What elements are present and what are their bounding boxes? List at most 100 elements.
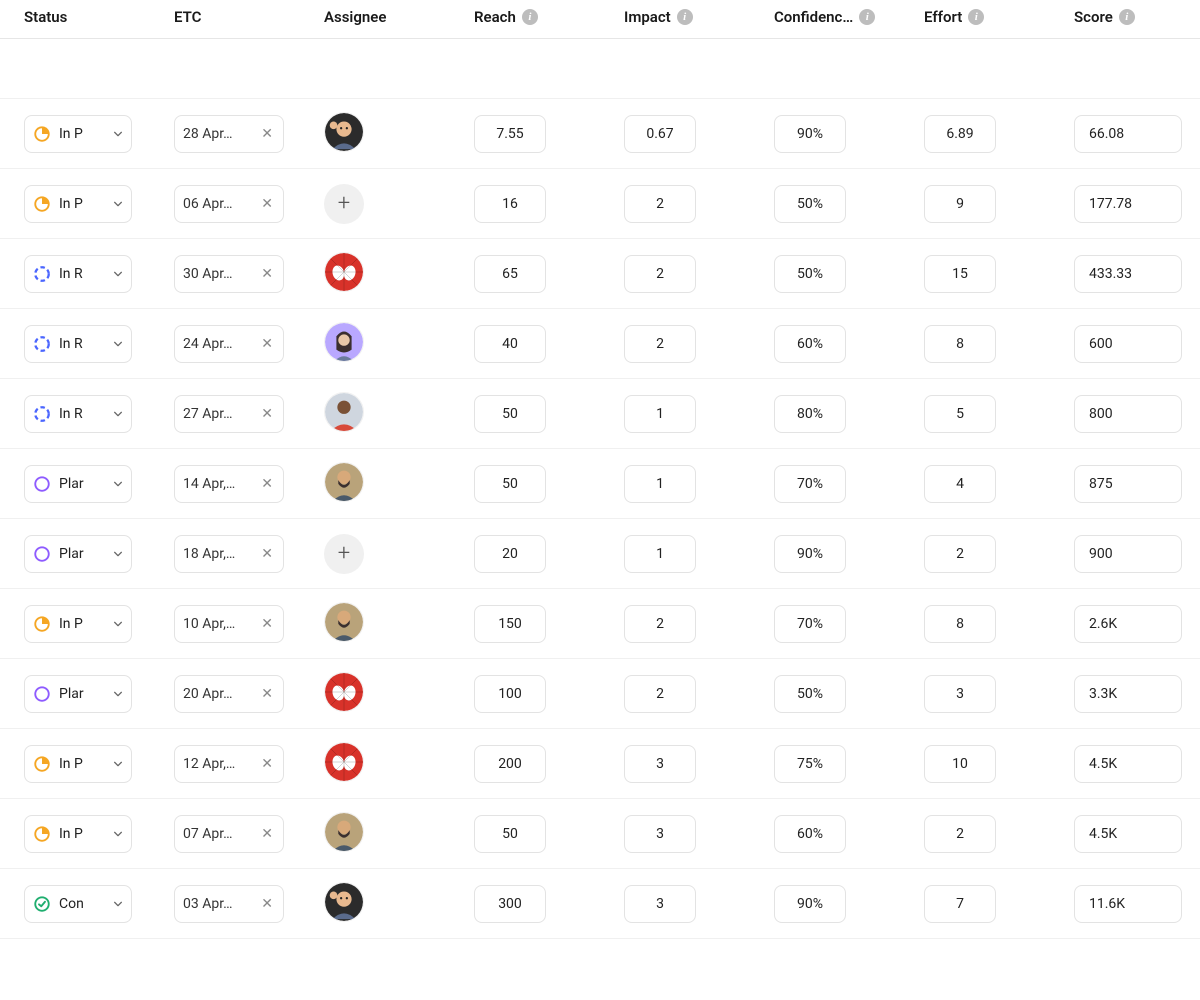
impact-value[interactable]: 1 xyxy=(624,465,696,503)
clear-date-icon[interactable]: ✕ xyxy=(259,407,275,421)
impact-value[interactable]: 3 xyxy=(624,885,696,923)
col-etc[interactable]: ETC xyxy=(150,8,300,26)
etc-date-picker[interactable]: 30 Apr… ✕ xyxy=(174,255,284,293)
clear-date-icon[interactable]: ✕ xyxy=(259,617,275,631)
effort-value[interactable]: 2 xyxy=(924,535,996,573)
assignee-avatar[interactable] xyxy=(324,252,364,292)
assignee-avatar[interactable] xyxy=(324,812,364,852)
clear-date-icon[interactable]: ✕ xyxy=(259,197,275,211)
effort-value[interactable]: 15 xyxy=(924,255,996,293)
assignee-avatar[interactable] xyxy=(324,112,364,152)
assignee-avatar[interactable] xyxy=(324,392,364,432)
reach-value[interactable]: 16 xyxy=(474,185,546,223)
impact-value[interactable]: 2 xyxy=(624,605,696,643)
assignee-avatar[interactable] xyxy=(324,742,364,782)
col-assignee[interactable]: Assignee xyxy=(300,8,450,26)
confidence-value[interactable]: 90% xyxy=(774,115,846,153)
etc-date-picker[interactable]: 24 Apr… ✕ xyxy=(174,325,284,363)
clear-date-icon[interactable]: ✕ xyxy=(259,477,275,491)
impact-value[interactable]: 3 xyxy=(624,745,696,783)
confidence-value[interactable]: 90% xyxy=(774,885,846,923)
status-select[interactable]: In R xyxy=(24,255,132,293)
reach-value[interactable]: 200 xyxy=(474,745,546,783)
effort-value[interactable]: 6.89 xyxy=(924,115,996,153)
col-score[interactable]: Score i xyxy=(1050,8,1200,26)
impact-value[interactable]: 2 xyxy=(624,185,696,223)
clear-date-icon[interactable]: ✕ xyxy=(259,897,275,911)
etc-date-picker[interactable]: 18 Apr,… ✕ xyxy=(174,535,284,573)
status-select[interactable]: Plar xyxy=(24,465,132,503)
confidence-value[interactable]: 50% xyxy=(774,675,846,713)
etc-date-picker[interactable]: 03 Apr… ✕ xyxy=(174,885,284,923)
reach-value[interactable]: 300 xyxy=(474,885,546,923)
status-select[interactable]: Plar xyxy=(24,535,132,573)
etc-date-picker[interactable]: 06 Apr… ✕ xyxy=(174,185,284,223)
status-select[interactable]: Con xyxy=(24,885,132,923)
confidence-value[interactable]: 60% xyxy=(774,815,846,853)
reach-value[interactable]: 150 xyxy=(474,605,546,643)
status-select[interactable]: In P xyxy=(24,115,132,153)
etc-date-picker[interactable]: 14 Apr,… ✕ xyxy=(174,465,284,503)
col-impact[interactable]: Impact i xyxy=(600,8,750,26)
assignee-avatar[interactable] xyxy=(324,882,364,922)
add-assignee-button[interactable]: + xyxy=(324,184,364,224)
info-icon[interactable]: i xyxy=(522,9,538,25)
effort-value[interactable]: 2 xyxy=(924,815,996,853)
reach-value[interactable]: 50 xyxy=(474,395,546,433)
etc-date-picker[interactable]: 28 Apr… ✕ xyxy=(174,115,284,153)
reach-value[interactable]: 50 xyxy=(474,815,546,853)
reach-value[interactable]: 65 xyxy=(474,255,546,293)
status-select[interactable]: In P xyxy=(24,605,132,643)
reach-value[interactable]: 100 xyxy=(474,675,546,713)
reach-value[interactable]: 50 xyxy=(474,465,546,503)
add-assignee-button[interactable]: + xyxy=(324,534,364,574)
effort-value[interactable]: 3 xyxy=(924,675,996,713)
etc-date-picker[interactable]: 07 Apr… ✕ xyxy=(174,815,284,853)
effort-value[interactable]: 5 xyxy=(924,395,996,433)
col-effort[interactable]: Effort i xyxy=(900,8,1050,26)
status-select[interactable]: In P xyxy=(24,815,132,853)
effort-value[interactable]: 9 xyxy=(924,185,996,223)
confidence-value[interactable]: 75% xyxy=(774,745,846,783)
etc-date-picker[interactable]: 10 Apr,… ✕ xyxy=(174,605,284,643)
confidence-value[interactable]: 70% xyxy=(774,465,846,503)
status-select[interactable]: In R xyxy=(24,325,132,363)
col-status[interactable]: Status xyxy=(0,8,150,26)
col-confidence[interactable]: Confidenc… i xyxy=(750,8,900,26)
info-icon[interactable]: i xyxy=(968,9,984,25)
clear-date-icon[interactable]: ✕ xyxy=(259,827,275,841)
confidence-value[interactable]: 80% xyxy=(774,395,846,433)
effort-value[interactable]: 8 xyxy=(924,605,996,643)
clear-date-icon[interactable]: ✕ xyxy=(259,687,275,701)
impact-value[interactable]: 3 xyxy=(624,815,696,853)
info-icon[interactable]: i xyxy=(1119,9,1135,25)
clear-date-icon[interactable]: ✕ xyxy=(259,337,275,351)
effort-value[interactable]: 7 xyxy=(924,885,996,923)
confidence-value[interactable]: 60% xyxy=(774,325,846,363)
reach-value[interactable]: 40 xyxy=(474,325,546,363)
impact-value[interactable]: 2 xyxy=(624,675,696,713)
impact-value[interactable]: 1 xyxy=(624,535,696,573)
assignee-avatar[interactable] xyxy=(324,462,364,502)
reach-value[interactable]: 20 xyxy=(474,535,546,573)
col-reach[interactable]: Reach i xyxy=(450,8,600,26)
assignee-avatar[interactable] xyxy=(324,672,364,712)
impact-value[interactable]: 2 xyxy=(624,255,696,293)
effort-value[interactable]: 4 xyxy=(924,465,996,503)
clear-date-icon[interactable]: ✕ xyxy=(259,757,275,771)
clear-date-icon[interactable]: ✕ xyxy=(259,267,275,281)
confidence-value[interactable]: 50% xyxy=(774,255,846,293)
info-icon[interactable]: i xyxy=(677,9,693,25)
effort-value[interactable]: 8 xyxy=(924,325,996,363)
confidence-value[interactable]: 70% xyxy=(774,605,846,643)
clear-date-icon[interactable]: ✕ xyxy=(259,127,275,141)
assignee-avatar[interactable] xyxy=(324,602,364,642)
impact-value[interactable]: 1 xyxy=(624,395,696,433)
impact-value[interactable]: 2 xyxy=(624,325,696,363)
status-select[interactable]: In R xyxy=(24,395,132,433)
effort-value[interactable]: 10 xyxy=(924,745,996,783)
status-select[interactable]: Plar xyxy=(24,675,132,713)
confidence-value[interactable]: 90% xyxy=(774,535,846,573)
info-icon[interactable]: i xyxy=(859,9,875,25)
etc-date-picker[interactable]: 12 Apr,… ✕ xyxy=(174,745,284,783)
